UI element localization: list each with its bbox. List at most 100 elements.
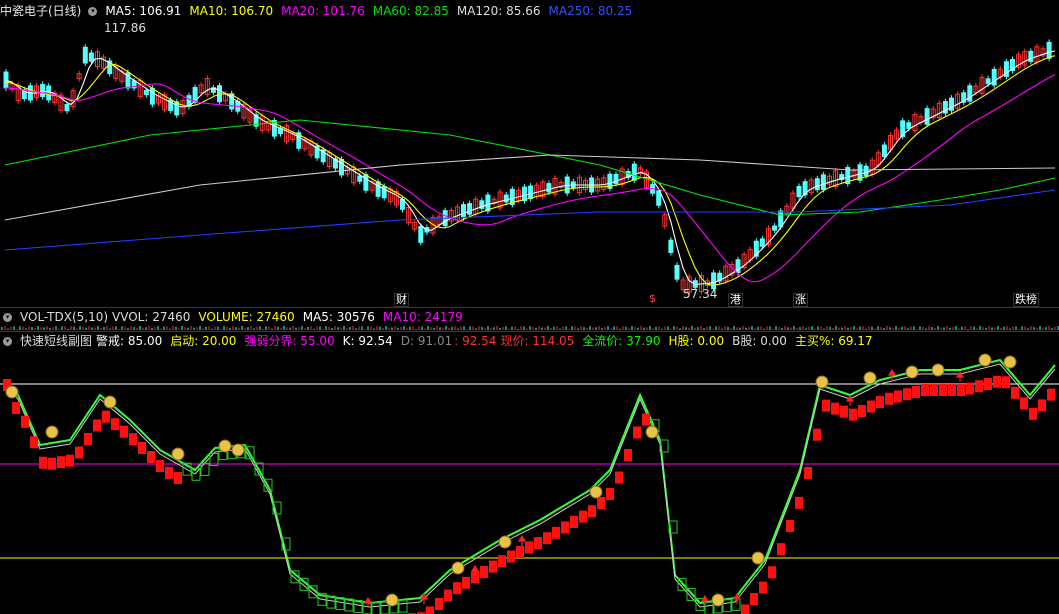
money-bag-icon bbox=[645, 425, 659, 439]
strength-block bbox=[1002, 376, 1010, 389]
strength-block bbox=[849, 408, 857, 421]
vol-ma5-value: MA5: 30576 bbox=[302, 310, 375, 324]
marker-s[interactable]: $ bbox=[648, 293, 657, 305]
candle-body bbox=[485, 194, 491, 212]
strength-block bbox=[444, 589, 452, 602]
strength-block bbox=[174, 472, 182, 484]
strength-block bbox=[21, 415, 29, 428]
pane-divider-2[interactable] bbox=[0, 331, 1059, 332]
candle-body bbox=[778, 210, 784, 228]
candle-body bbox=[881, 144, 887, 158]
strength-block bbox=[606, 488, 614, 500]
strength-block bbox=[975, 380, 983, 393]
indicator-legend: ▾ 快速短线副图 警戒: 85.00 启动: 20.00 强弱分界: 55.00… bbox=[0, 333, 881, 349]
candle-body bbox=[418, 225, 424, 243]
j-value: : 92.54 bbox=[454, 334, 497, 348]
strength-block bbox=[66, 454, 74, 467]
strength-block bbox=[57, 456, 65, 469]
strength-block bbox=[426, 606, 434, 614]
candle-body bbox=[814, 178, 820, 191]
weakness-block bbox=[371, 602, 381, 614]
weakness-block bbox=[398, 599, 408, 613]
candle-body bbox=[522, 186, 527, 202]
strength-block bbox=[525, 541, 533, 554]
ma10-line bbox=[4, 55, 1056, 287]
k-value: K: 92.54 bbox=[342, 334, 393, 348]
strength-block bbox=[1020, 397, 1028, 410]
candle-body bbox=[759, 238, 765, 247]
strength-block bbox=[102, 410, 110, 423]
qiangruo-value: 强弱分界: 55.00 bbox=[244, 334, 335, 348]
strength-block bbox=[480, 566, 488, 578]
marker-dieting[interactable]: 跌榜 bbox=[1013, 293, 1039, 307]
candle-body bbox=[967, 85, 973, 102]
bgu-value: B股: 0.00 bbox=[732, 334, 787, 348]
strength-block bbox=[894, 390, 902, 403]
strength-block bbox=[957, 384, 965, 396]
money-bag-icon bbox=[498, 535, 512, 549]
high-price-label: 117.86 bbox=[104, 21, 146, 35]
candle-body bbox=[467, 203, 473, 215]
candle-body bbox=[796, 185, 802, 198]
strength-block bbox=[579, 510, 587, 523]
strength-block bbox=[165, 466, 173, 479]
candle-body bbox=[40, 83, 46, 98]
candle-body bbox=[357, 175, 363, 182]
marker-cai[interactable]: 财 bbox=[394, 293, 409, 307]
candle-body bbox=[546, 183, 552, 193]
zhumai-value: 主买%: 69.17 bbox=[794, 334, 873, 348]
money-bag-icon bbox=[815, 375, 829, 389]
candle-body bbox=[528, 185, 534, 200]
marker-zhang[interactable]: 涨 bbox=[793, 293, 808, 307]
candle-body bbox=[863, 165, 869, 177]
money-bag-icon bbox=[905, 365, 919, 379]
d-value: D: 91.01 bbox=[400, 334, 453, 348]
strength-block bbox=[822, 399, 830, 412]
low-price-label: 57.34 bbox=[683, 287, 718, 301]
vvol-value: VVOL: 27460 bbox=[112, 310, 191, 324]
strength-block bbox=[804, 467, 812, 479]
up-arrow-icon bbox=[700, 594, 710, 606]
marker-gang[interactable]: 港 bbox=[728, 293, 743, 307]
strength-block bbox=[129, 433, 137, 446]
vol-ma10-value: MA10: 24179 bbox=[382, 310, 463, 324]
strength-block bbox=[741, 604, 749, 614]
money-bag-icon bbox=[385, 593, 399, 607]
strength-block bbox=[750, 593, 758, 605]
strength-block bbox=[48, 457, 56, 470]
strength-block bbox=[1011, 386, 1019, 399]
money-bag-icon bbox=[978, 353, 992, 367]
candle-body bbox=[88, 52, 94, 62]
weakness-block bbox=[704, 601, 714, 614]
pane-divider-1[interactable] bbox=[0, 307, 1059, 308]
strength-block bbox=[561, 521, 569, 534]
money-bag-icon bbox=[931, 363, 945, 377]
strength-block bbox=[543, 532, 551, 545]
money-bag-icon bbox=[589, 485, 603, 499]
vol-dropdown-icon[interactable]: ▾ bbox=[3, 312, 12, 322]
candle-body bbox=[64, 103, 70, 112]
qidong-value: 启动: 20.00 bbox=[170, 334, 237, 348]
candle-body bbox=[149, 87, 155, 105]
weakness-block bbox=[200, 462, 210, 476]
strength-block bbox=[795, 496, 803, 509]
candle-body bbox=[906, 122, 912, 129]
strength-block bbox=[615, 471, 623, 484]
strength-block bbox=[30, 436, 38, 449]
strength-block bbox=[948, 384, 956, 396]
ind-title[interactable]: 快速短线副图 bbox=[20, 333, 92, 349]
strength-block bbox=[768, 566, 776, 579]
money-bag-icon bbox=[863, 371, 877, 385]
vol-title[interactable]: VOL-TDX(5,10) bbox=[20, 309, 108, 325]
strength-block bbox=[993, 375, 1001, 388]
strength-block bbox=[120, 425, 128, 438]
money-bag-icon bbox=[751, 551, 765, 565]
strength-block bbox=[813, 428, 821, 441]
strength-block bbox=[75, 446, 83, 459]
hgu-value: H股: 0.00 bbox=[668, 334, 725, 348]
ind-dropdown-icon[interactable]: ▾ bbox=[3, 336, 12, 346]
money-bag-icon bbox=[1003, 355, 1017, 369]
strength-block bbox=[831, 402, 839, 415]
money-bag-icon bbox=[218, 439, 232, 453]
strength-block bbox=[642, 413, 650, 426]
